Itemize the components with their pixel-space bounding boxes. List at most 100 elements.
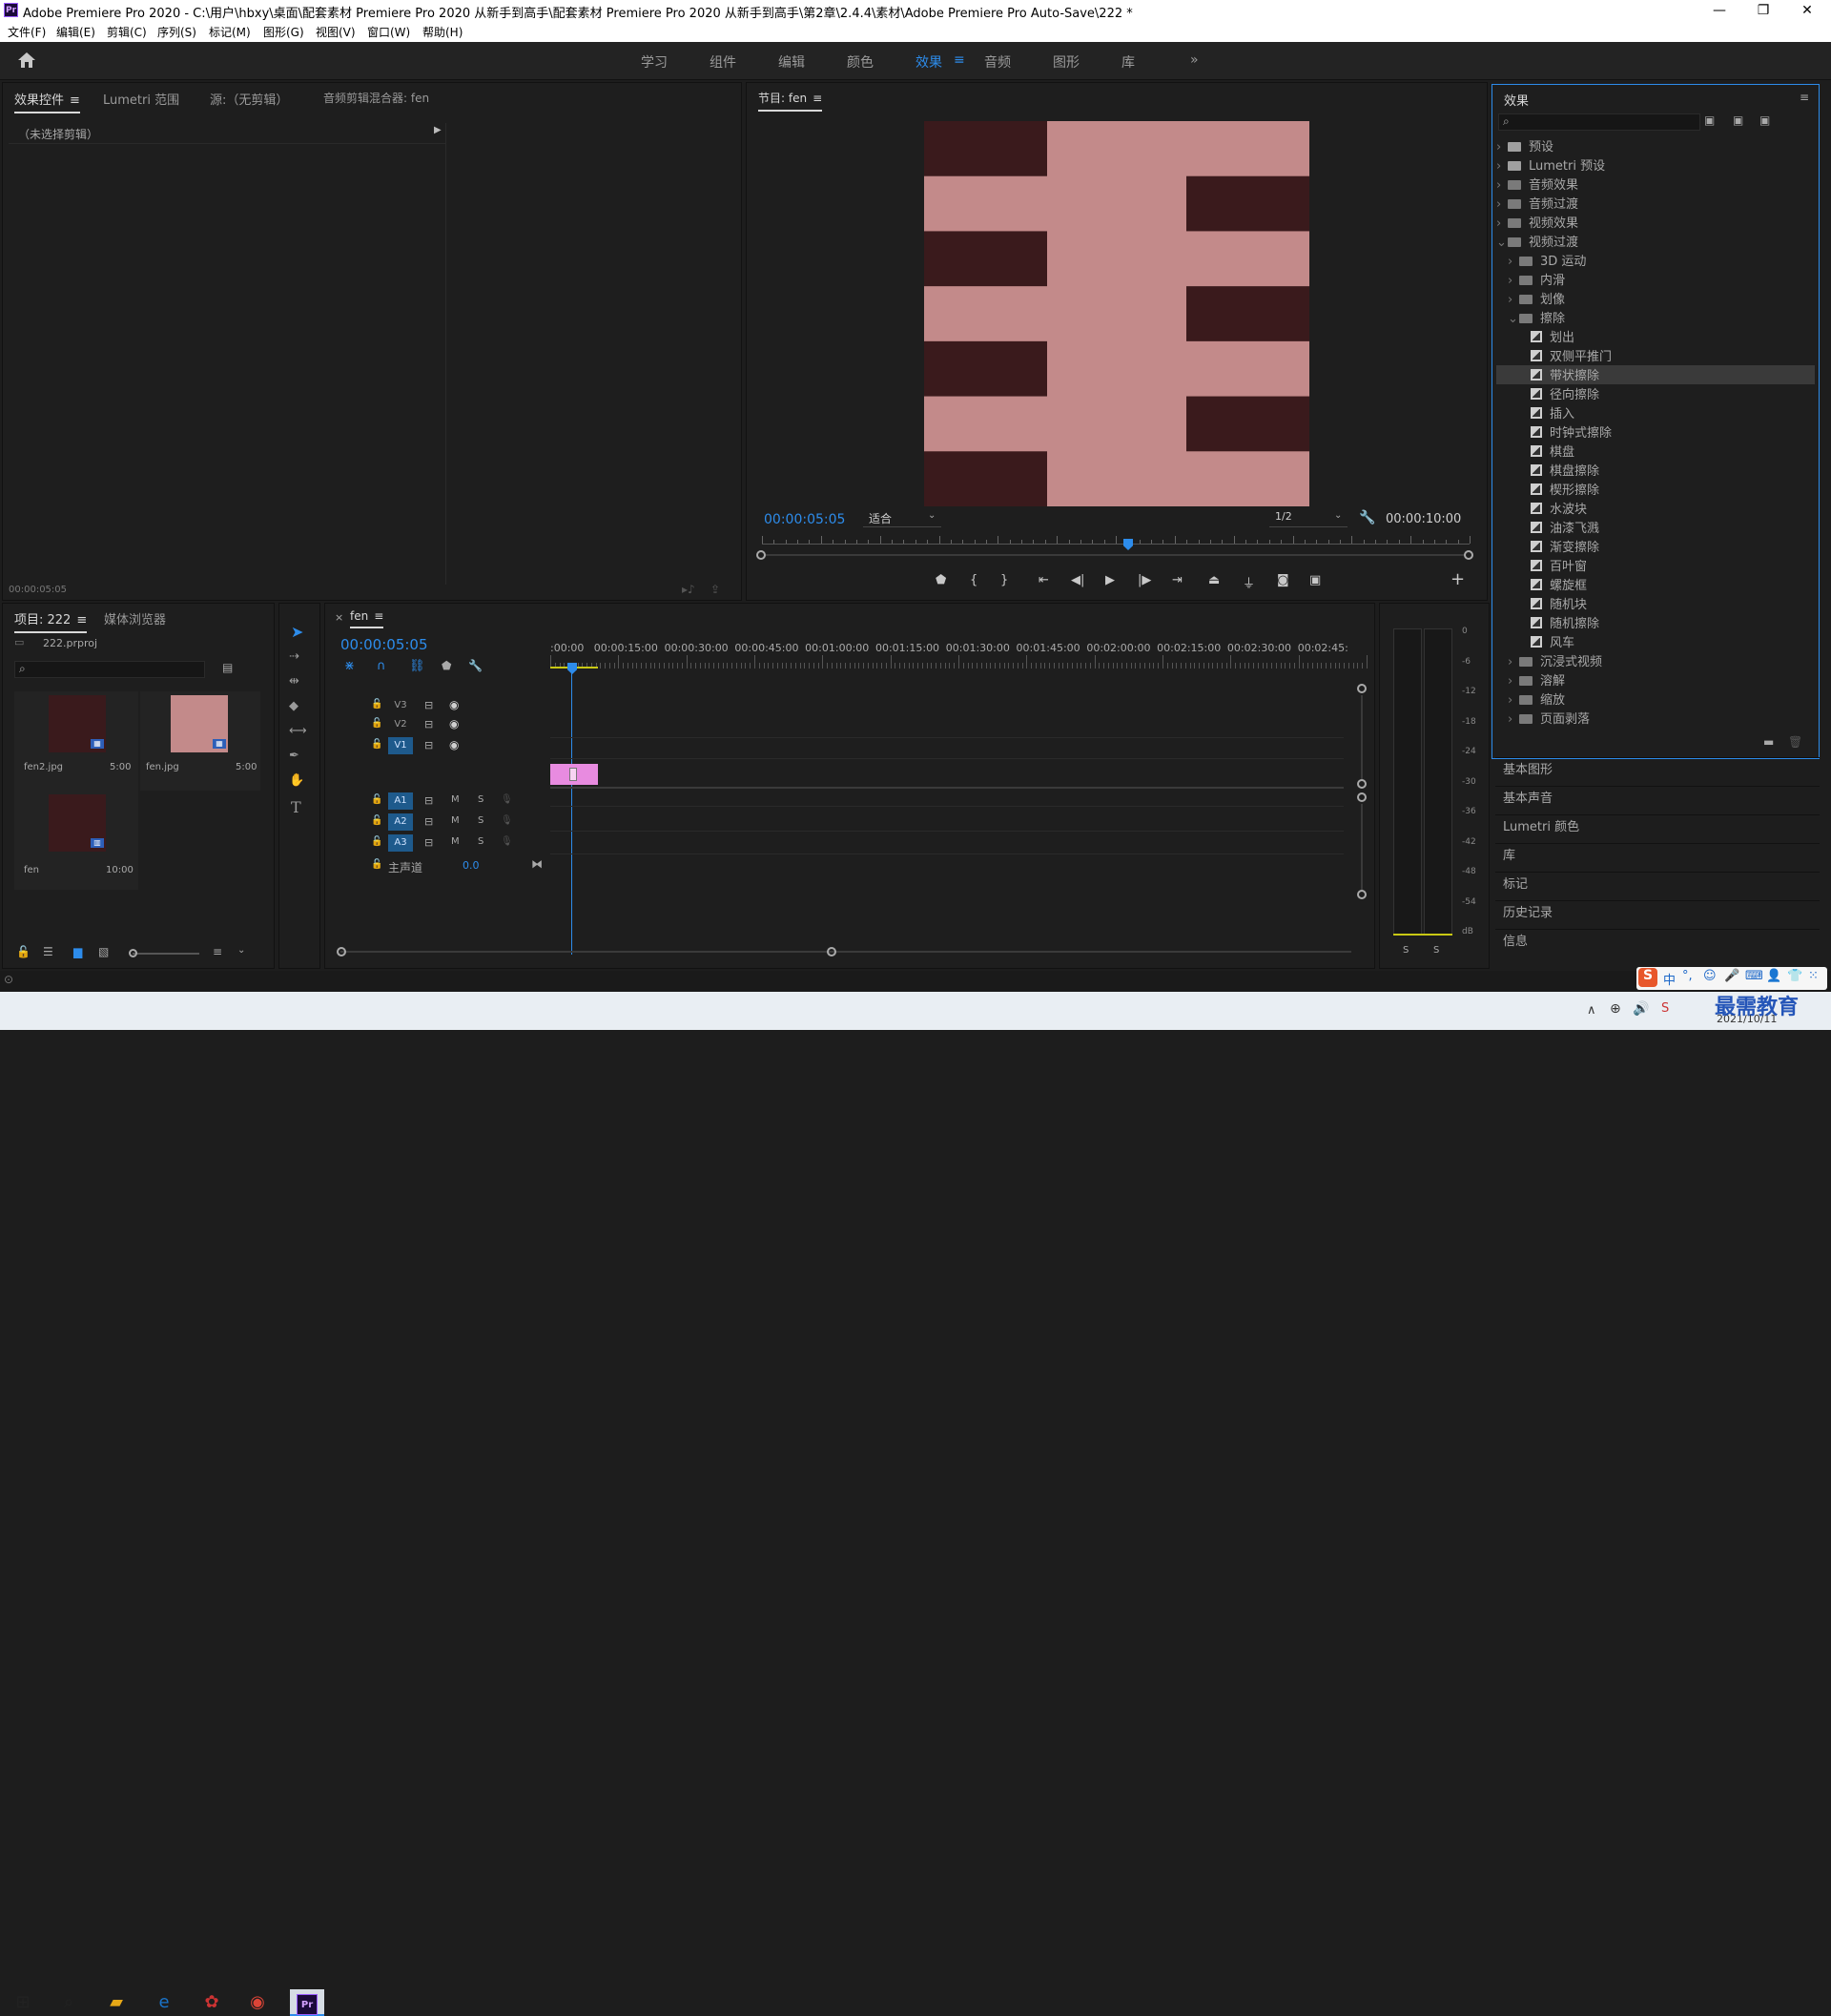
- mute-button[interactable]: M: [451, 815, 460, 826]
- go-to-in-icon[interactable]: ⇤: [1039, 573, 1049, 587]
- filter-icon[interactable]: ▸♪: [682, 583, 695, 596]
- close-sequence-icon[interactable]: ×: [335, 611, 343, 624]
- effect-item[interactable]: 双侧平推门: [1519, 346, 1817, 365]
- lock-icon[interactable]: 🔓: [371, 836, 382, 847]
- close-button[interactable]: ✕: [1785, 0, 1829, 21]
- track-target-a1[interactable]: A1: [388, 792, 413, 810]
- chevron-down-icon[interactable]: ⌄: [1508, 312, 1519, 326]
- zoom-slider[interactable]: [133, 953, 199, 955]
- workspace-effects[interactable]: 效果: [916, 52, 942, 72]
- effect-folder[interactable]: › 划像: [1508, 289, 1817, 308]
- panel-markers[interactable]: 标记: [1495, 872, 1820, 896]
- chevron-right-icon[interactable]: ›: [1508, 293, 1519, 307]
- tab-lumetri-scopes[interactable]: Lumetri 范围: [103, 90, 179, 108]
- effect-item[interactable]: 楔形擦除: [1519, 480, 1817, 499]
- video-scroll-handle[interactable]: [1357, 684, 1367, 693]
- chevron-right-icon[interactable]: ›: [1508, 674, 1519, 689]
- timeline-settings-icon[interactable]: 🔧: [468, 659, 483, 672]
- effect-folder[interactable]: › 页面剥落: [1508, 709, 1817, 728]
- effect-item[interactable]: 插入: [1519, 403, 1817, 422]
- sync-lock-icon[interactable]: ⊟: [424, 836, 433, 849]
- timeline-h-scrollbar[interactable]: [340, 951, 1351, 953]
- audio-scroll-handle[interactable]: [1357, 792, 1367, 802]
- effect-item[interactable]: 百叶窗: [1519, 556, 1817, 575]
- tab-source[interactable]: 源:（无剪辑）: [210, 90, 288, 108]
- wrench-icon[interactable]: 🔧: [1359, 510, 1375, 525]
- mic-icon[interactable]: 🎙: [501, 836, 513, 847]
- track-target-a2[interactable]: A2: [388, 813, 413, 831]
- sync-lock-icon[interactable]: ⊟: [424, 815, 433, 828]
- panel-info[interactable]: 信息: [1495, 929, 1820, 954]
- skin-icon[interactable]: 👕: [1787, 969, 1802, 983]
- tray-chevron-icon[interactable]: ∧: [1587, 1003, 1596, 1018]
- pen-tool-icon[interactable]: ✒: [289, 749, 299, 763]
- timeline-timecode[interactable]: 00:00:05:05: [340, 636, 428, 653]
- slip-tool-icon[interactable]: ⟷: [289, 724, 307, 738]
- icon-view-icon[interactable]: ▆: [73, 945, 82, 958]
- selection-tool-icon[interactable]: ➤: [291, 623, 303, 641]
- solo-right-button[interactable]: S: [1433, 945, 1439, 956]
- effect-folder[interactable]: ⌄ 视频过渡: [1496, 232, 1817, 251]
- video-scrollbar[interactable]: [1361, 695, 1363, 779]
- solo-button[interactable]: S: [478, 815, 483, 826]
- sync-lock-icon[interactable]: ⊟: [424, 718, 433, 730]
- mic-icon[interactable]: 🎙: [501, 815, 513, 826]
- audio-scroll-handle[interactable]: [1357, 890, 1367, 899]
- hand-tool-icon[interactable]: ✋: [289, 773, 304, 788]
- new-bin-icon[interactable]: ▤: [222, 661, 233, 674]
- step-back-icon[interactable]: ◀|: [1071, 573, 1084, 587]
- mute-button[interactable]: M: [451, 794, 460, 805]
- workspace-editing[interactable]: 编辑: [778, 52, 805, 72]
- panel-essential-graphics[interactable]: 基本图形: [1495, 757, 1820, 782]
- lock-icon[interactable]: 🔓: [16, 945, 31, 958]
- effect-item[interactable]: 带状擦除: [1496, 365, 1815, 384]
- tab-audio-clip-mixer[interactable]: 音频剪辑混合器: fen: [323, 90, 429, 106]
- timeline-playhead-head[interactable]: [567, 663, 577, 674]
- effects-search-input[interactable]: ⌕: [1498, 113, 1700, 131]
- sogou-icon[interactable]: S: [1638, 968, 1657, 987]
- accelerated-effects-icon[interactable]: ▣: [1704, 113, 1715, 127]
- extract-icon[interactable]: ⏚: [1243, 573, 1255, 591]
- chevron-right-icon[interactable]: ›: [1496, 178, 1508, 193]
- lock-icon[interactable]: 🔓: [371, 739, 382, 750]
- lock-icon[interactable]: 🔓: [371, 699, 382, 710]
- mic-icon[interactable]: 🎤: [1724, 969, 1739, 983]
- tab-project[interactable]: 项目: 222 ≡: [14, 609, 88, 633]
- effect-folder[interactable]: › 音频效果: [1496, 175, 1817, 194]
- effect-folder[interactable]: › 预设: [1496, 136, 1817, 155]
- effect-folder[interactable]: › 内滑: [1508, 270, 1817, 289]
- freeform-view-icon[interactable]: ▧: [98, 945, 109, 958]
- emoji-icon[interactable]: ☺: [1703, 969, 1717, 983]
- network-icon[interactable]: ⊕: [1610, 1001, 1621, 1017]
- minimize-button[interactable]: —: [1697, 0, 1741, 21]
- lock-icon[interactable]: 🔓: [371, 859, 382, 870]
- solo-button[interactable]: S: [478, 794, 483, 805]
- fit-dropdown[interactable]: 适合 ⌄: [863, 510, 941, 527]
- sync-lock-icon[interactable]: ⊟: [424, 699, 433, 711]
- master-volume[interactable]: 0.0: [463, 859, 480, 872]
- sort-icon[interactable]: ≡: [213, 945, 222, 958]
- menu-marker[interactable]: 标记(M): [209, 24, 251, 40]
- video-scroll-handle[interactable]: [1357, 779, 1367, 789]
- effect-item[interactable]: 风车: [1519, 632, 1817, 651]
- type-tool-icon[interactable]: T: [291, 798, 301, 816]
- ime-icon[interactable]: S: [1661, 1001, 1669, 1016]
- zoom-handle-right[interactable]: [1464, 550, 1473, 560]
- tab-program[interactable]: 节目: fen ≡: [758, 90, 823, 112]
- ime-mode[interactable]: 中: [1663, 970, 1676, 988]
- mark-out-icon[interactable]: }: [1000, 573, 1008, 587]
- effect-item[interactable]: 时钟式擦除: [1519, 422, 1817, 442]
- lock-icon[interactable]: 🔓: [371, 718, 382, 729]
- effect-item[interactable]: 渐变擦除: [1519, 537, 1817, 556]
- timeline-playhead-line[interactable]: [571, 672, 572, 955]
- mark-in-icon[interactable]: {: [970, 573, 977, 587]
- chevron-right-icon[interactable]: ›: [1508, 274, 1519, 288]
- project-search-input[interactable]: ⌕: [14, 661, 205, 678]
- chevron-right-icon[interactable]: ›: [1496, 197, 1508, 212]
- effect-folder[interactable]: › Lumetri 预设: [1496, 155, 1817, 175]
- workspace-audio[interactable]: 音频: [984, 52, 1011, 72]
- panel-essential-sound[interactable]: 基本声音: [1495, 786, 1820, 811]
- edge-icon[interactable]: e: [151, 1989, 177, 2016]
- program-playhead[interactable]: [1123, 539, 1133, 550]
- keyboard-icon[interactable]: ⌨: [1745, 969, 1763, 983]
